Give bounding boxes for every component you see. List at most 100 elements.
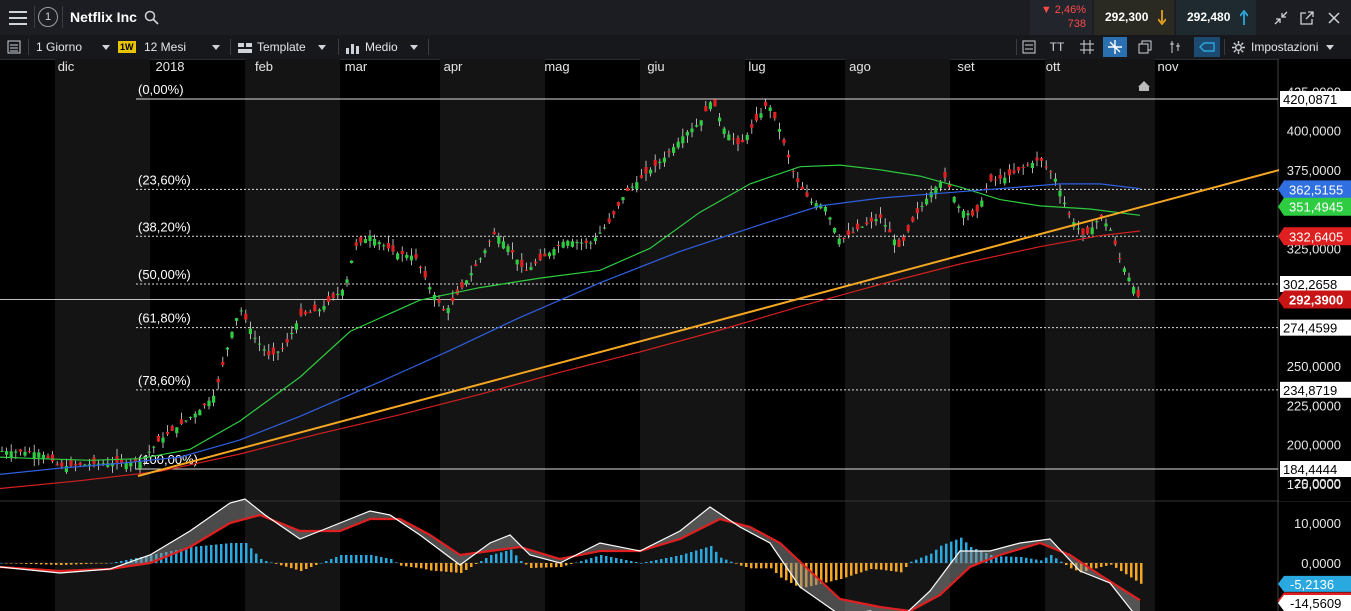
candle-body xyxy=(621,197,625,201)
bid-button[interactable]: 292,300 xyxy=(1094,0,1174,35)
candle-body xyxy=(281,347,285,349)
price-tick-label: 375,0000 xyxy=(1287,163,1341,178)
ask-button[interactable]: 292,480 xyxy=(1176,0,1256,35)
candle-body xyxy=(69,460,73,466)
divider xyxy=(230,39,231,55)
search-icon[interactable] xyxy=(143,9,159,25)
macd-histogram-bar xyxy=(0,563,3,564)
macd-histogram-bar xyxy=(1010,556,1013,563)
macd-histogram-bar xyxy=(565,563,568,566)
candle-body xyxy=(1017,166,1021,171)
macd-histogram-bar xyxy=(530,563,533,568)
macd-histogram-bar xyxy=(245,543,248,563)
candle-body xyxy=(994,179,998,181)
macd-histogram-bar xyxy=(620,559,623,563)
layers-icon[interactable] xyxy=(1136,39,1154,55)
candle-body xyxy=(451,297,455,302)
macd-histogram-bar xyxy=(440,563,443,572)
popout-icon[interactable] xyxy=(1298,9,1316,27)
chevron-down-icon xyxy=(1326,45,1335,51)
candle-body xyxy=(244,313,248,320)
instrument-list-icon[interactable] xyxy=(6,39,22,55)
macd-histogram-bar xyxy=(1120,563,1123,572)
macd-histogram-bar xyxy=(510,549,513,563)
price-tag-label: 362,5155 xyxy=(1289,182,1343,197)
macd-histogram-bar xyxy=(605,556,608,563)
macd-histogram-bar xyxy=(890,563,893,571)
candle-body xyxy=(147,451,151,453)
arrow-up-icon xyxy=(1240,10,1248,25)
macd-histogram-bar xyxy=(910,561,913,563)
macd-histogram-bar xyxy=(1130,563,1133,578)
macd-histogram-bar xyxy=(875,563,878,570)
template-select[interactable]: Template xyxy=(238,35,326,59)
macd-histogram-bar xyxy=(25,563,28,564)
macd-histogram-bar xyxy=(100,563,103,564)
macd-histogram-bar xyxy=(250,548,253,563)
macd-histogram-bar xyxy=(45,563,48,565)
bars-icon xyxy=(346,43,359,54)
collapse-icon[interactable] xyxy=(1272,9,1290,27)
text-size-icon[interactable]: TT xyxy=(1046,39,1068,55)
candle-body xyxy=(5,451,9,455)
info-circle-icon[interactable]: 1 xyxy=(38,7,58,27)
macd-histogram-bar xyxy=(925,555,928,563)
candle-body xyxy=(897,239,901,247)
macd-histogram-bar xyxy=(745,563,748,567)
list-view-icon[interactable] xyxy=(1020,39,1038,55)
hamburger-menu-icon[interactable] xyxy=(4,4,32,32)
macd-histogram-bar xyxy=(80,563,83,565)
candle-body xyxy=(810,201,814,203)
macd-histogram-bar xyxy=(235,543,238,563)
macd-histogram-bar xyxy=(665,558,668,563)
candle-body xyxy=(290,332,294,334)
macd-histogram-bar xyxy=(190,547,193,563)
week-badge[interactable]: 1W xyxy=(118,41,136,53)
period-select[interactable]: 1 Giorno xyxy=(36,35,111,59)
macd-histogram-bar xyxy=(1135,563,1138,581)
candle-body xyxy=(221,361,225,365)
candle-body xyxy=(515,259,519,265)
macd-histogram-bar xyxy=(770,563,773,569)
macd-histogram-bar xyxy=(905,563,908,567)
grid-icon[interactable] xyxy=(1078,39,1096,55)
macd-histogram-bar xyxy=(895,563,898,572)
candle-body xyxy=(377,242,381,245)
close-icon[interactable] xyxy=(1325,9,1343,27)
month-band xyxy=(845,59,950,611)
candle-body xyxy=(276,351,280,353)
candle-body xyxy=(1113,240,1117,245)
candle-body xyxy=(888,229,892,233)
candle-body xyxy=(152,446,156,448)
candle-body xyxy=(294,323,298,330)
candle-body xyxy=(1058,190,1062,197)
bid-price: 292,300 xyxy=(1105,10,1149,24)
price-chart[interactable]: dic 2018 feb mar apr mag giu lug ago set ott nov (0… xyxy=(0,59,1351,611)
candle-body xyxy=(170,426,174,431)
macd-histogram-bar xyxy=(220,544,223,563)
bar-type-icon[interactable] xyxy=(1194,37,1220,57)
candle-body xyxy=(74,463,78,466)
candle-body xyxy=(667,151,671,153)
macd-histogram-bar xyxy=(265,561,268,563)
crosshair-icon[interactable] xyxy=(1103,37,1127,57)
macd-histogram-bar xyxy=(55,563,58,565)
instrument-title[interactable]: Netflix Inc xyxy=(70,0,137,35)
range-select[interactable]: 12 Mesi xyxy=(144,35,221,59)
macd-histogram-bar xyxy=(390,559,393,563)
price-tick-label: 200,0000 xyxy=(1287,438,1341,453)
candle-body xyxy=(446,307,450,314)
settings-button[interactable]: Impostazioni xyxy=(1232,35,1335,59)
size-select[interactable]: Medio xyxy=(346,35,418,59)
candle-body xyxy=(373,238,377,246)
candle-body xyxy=(911,217,915,222)
candle-body xyxy=(777,129,781,132)
macd-histogram-bar xyxy=(885,563,888,571)
candle-body xyxy=(883,225,887,227)
candle-body xyxy=(796,178,800,183)
indicator-icon[interactable] xyxy=(1166,39,1184,55)
candle-body xyxy=(1132,287,1136,294)
macd-histogram-bar xyxy=(1065,563,1068,565)
candle-body xyxy=(511,249,515,253)
macd-histogram-bar xyxy=(185,548,188,563)
